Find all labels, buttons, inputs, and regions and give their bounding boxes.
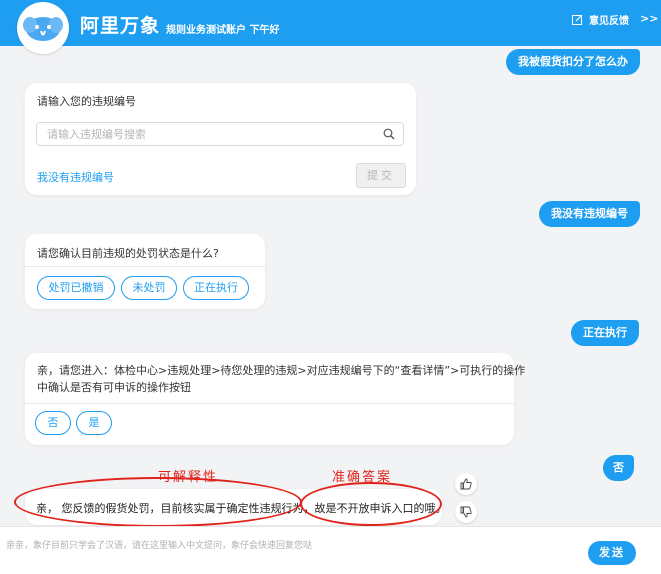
user-message: 我没有违规编号 — [539, 201, 640, 227]
no-violation-number-link[interactable]: 我没有违规编号 — [37, 169, 114, 185]
collapse-button[interactable]: >> — [640, 12, 658, 25]
feedback-button[interactable]: 意见反馈 — [572, 12, 629, 27]
violation-number-card: 请输入您的违规编号 我没有违规编号 提交 — [25, 83, 416, 195]
feedback-label: 意见反馈 — [589, 16, 629, 27]
card-prompt: 请输入您的违规编号 — [37, 95, 136, 108]
send-button[interactable]: 发送 — [588, 541, 636, 565]
greeting-subtitle: 规则业务测试账户 下午好 — [166, 25, 280, 36]
highlight-ellipse-explanation — [14, 477, 302, 527]
user-message: 正在执行 — [571, 320, 639, 346]
thumbs-down-button[interactable] — [455, 501, 477, 523]
card-divider — [25, 403, 514, 404]
violation-search-input[interactable] — [37, 123, 367, 145]
thumbs-up-button[interactable] — [455, 473, 477, 495]
option-executing-button[interactable]: 正在执行 — [183, 276, 249, 300]
option-unpunished-button[interactable]: 未处罚 — [121, 276, 177, 300]
app-title: 阿里万象 — [80, 15, 161, 37]
header-bar: 阿里万象 规则业务测试账户 下午好 意见反馈 >> — [0, 0, 661, 54]
instruction-line-1: 亲，请您进入：体检中心>违规处理>待您处理的违规>对应违规编号下的“查看详情”>… — [37, 364, 526, 377]
option-revoked-button[interactable]: 处罚已撤销 — [37, 276, 115, 300]
edit-icon — [572, 14, 583, 25]
option-yes-button[interactable]: 是 — [76, 411, 112, 435]
penalty-status-card: 请您确认目前违规的处罚状态是什么? 处罚已撤销 未处罚 正在执行 — [25, 234, 265, 309]
submit-button[interactable]: 提交 — [356, 163, 406, 188]
chat-area[interactable]: 我被假货扣分了怎么办 请输入您的违规编号 我没有违规编号 提交 我没有违规编号 … — [0, 46, 661, 527]
violation-search-box — [36, 122, 404, 146]
highlight-ellipse-answer — [300, 482, 442, 526]
elephant-logo — [17, 2, 69, 54]
option-no-button[interactable]: 否 — [35, 411, 71, 435]
message-input-bar: 发送 — [0, 526, 661, 574]
message-input[interactable] — [6, 537, 566, 555]
user-message: 我被假货扣分了怎么办 — [506, 49, 640, 75]
instruction-text: 亲，请您进入：体检中心>违规处理>待您处理的违规>对应违规编号下的“查看详情”>… — [37, 362, 526, 396]
appeal-instruction-card: 亲，请您进入：体检中心>违规处理>待您处理的违规>对应违规编号下的“查看详情”>… — [25, 353, 526, 445]
card-divider — [25, 266, 265, 267]
thumbs-up-icon — [460, 478, 472, 490]
instruction-line-2: 中确认是否有可申诉的操作按钮 — [37, 381, 191, 394]
search-icon[interactable] — [383, 128, 395, 140]
card-question: 请您确认目前违规的处罚状态是什么? — [37, 247, 219, 260]
user-message: 否 — [603, 455, 634, 481]
thumbs-down-icon — [460, 506, 472, 518]
